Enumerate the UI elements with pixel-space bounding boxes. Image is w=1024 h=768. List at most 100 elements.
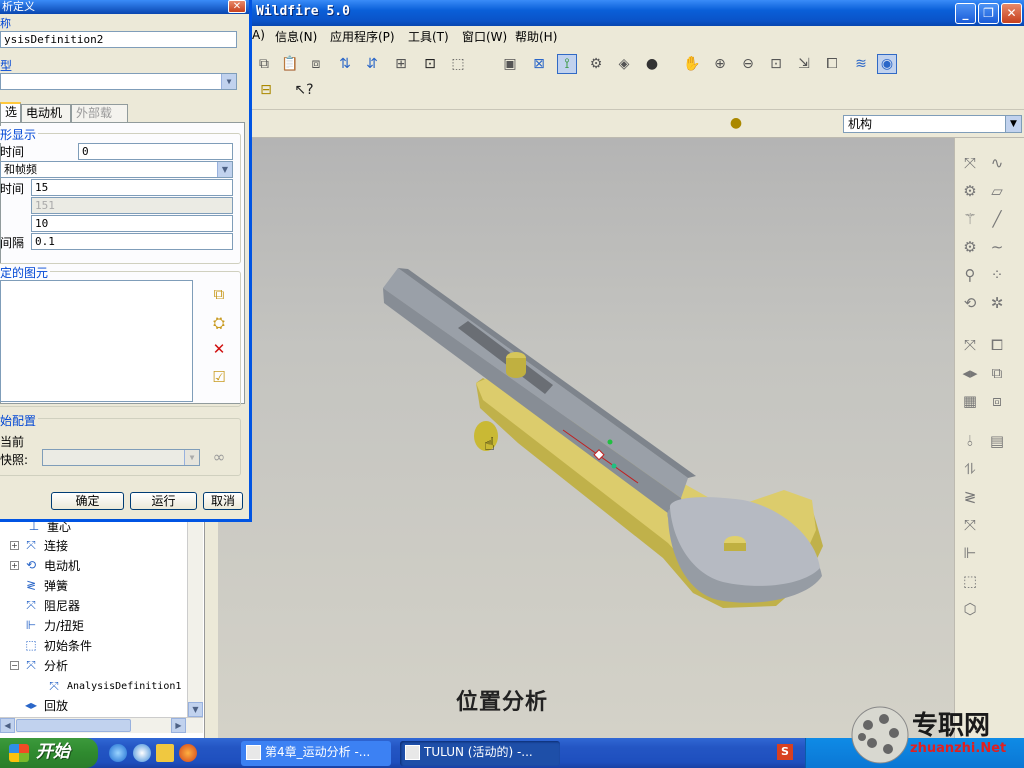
tab-motors[interactable]: 电动机 bbox=[21, 104, 71, 122]
tree-vertical-scrollbar[interactable]: ▼ bbox=[187, 505, 203, 718]
playback-icon[interactable]: ◂▸ bbox=[959, 362, 981, 384]
end-time-field[interactable]: 15 bbox=[31, 179, 233, 196]
scroll-left-icon[interactable]: ◀ bbox=[0, 718, 15, 733]
mechanism-select[interactable]: 机构 ▼ bbox=[843, 115, 1022, 133]
search-icon[interactable]: ⊡ bbox=[420, 54, 440, 74]
task-proe-window[interactable]: TULUN (活动的) -... bbox=[400, 741, 560, 766]
regen-manager-icon[interactable]: ⇵ bbox=[362, 54, 382, 74]
servo-icon[interactable]: ⚚ bbox=[959, 208, 981, 230]
plane-icon[interactable]: ▱ bbox=[986, 180, 1008, 202]
mode-select[interactable]: 和帧频 ▼ bbox=[0, 161, 233, 178]
sphere-icon[interactable]: ● bbox=[642, 54, 662, 74]
sogou-icon[interactable]: S bbox=[777, 744, 793, 760]
grid-icon[interactable]: ▦ bbox=[959, 390, 981, 412]
tree-item-playback[interactable]: ◂▸ 回放 bbox=[23, 696, 68, 714]
firefox-icon[interactable] bbox=[179, 744, 197, 762]
table-icon[interactable]: ▤ bbox=[986, 430, 1008, 452]
orient-icon[interactable]: ⇲ bbox=[794, 54, 814, 74]
folder-icon[interactable] bbox=[156, 744, 174, 762]
cam-icon[interactable]: ∿ bbox=[986, 152, 1008, 174]
tree-item-analysis-definition1[interactable]: ⤧ AnalysisDefinition1 bbox=[46, 677, 181, 695]
gears-icon[interactable]: ⚙ bbox=[959, 236, 981, 258]
window-icon[interactable]: ▣ bbox=[500, 54, 520, 74]
tree-item-analyses[interactable]: − ⤧ 分析 bbox=[10, 656, 68, 674]
maximize-button[interactable]: ❐ bbox=[978, 3, 999, 24]
gravity-icon[interactable]: ⫰ bbox=[959, 430, 981, 452]
scroll-right-icon[interactable]: ▶ bbox=[171, 718, 186, 733]
refit-icon[interactable]: ⊡ bbox=[766, 54, 786, 74]
dialog-close-icon[interactable]: ✕ bbox=[228, 0, 246, 13]
spring-icon[interactable]: ≷ bbox=[959, 486, 981, 508]
body-icon[interactable]: ⧈ bbox=[986, 390, 1008, 412]
ok-button[interactable]: 确定 bbox=[51, 492, 124, 510]
find-icon[interactable]: ⊞ bbox=[391, 54, 411, 74]
measure-results-icon[interactable]: ⧉ bbox=[986, 362, 1008, 384]
menu-partial[interactable]: A) bbox=[252, 28, 265, 42]
ie-icon[interactable] bbox=[109, 744, 127, 762]
scroll-down-icon[interactable]: ▼ bbox=[188, 702, 203, 717]
menu-window[interactable]: 窗口(W) bbox=[462, 28, 507, 45]
mass-icon[interactable]: ⬡ bbox=[959, 598, 981, 620]
dialog-title[interactable]: 析定义 bbox=[0, 0, 249, 14]
chevron-down-icon[interactable]: ▼ bbox=[217, 162, 232, 177]
display-style-icon[interactable]: ◉ bbox=[877, 54, 897, 74]
name-field[interactable]: ysisDefinition2 bbox=[0, 31, 237, 48]
point-icon[interactable]: ⁘ bbox=[986, 264, 1008, 286]
damper-icon[interactable]: ⤧ bbox=[959, 514, 981, 536]
start-time-field[interactable]: 0 bbox=[78, 143, 233, 160]
menu-info[interactable]: 信息(N) bbox=[275, 28, 317, 45]
expand-icon[interactable]: + bbox=[10, 540, 19, 550]
graph-icon[interactable]: ⊠ bbox=[529, 54, 549, 74]
zoom-out-icon[interactable]: ⊖ bbox=[738, 54, 758, 74]
force-icon[interactable]: ⥮ bbox=[959, 458, 981, 480]
tree-item-springs[interactable]: ≷ 弹簧 bbox=[23, 576, 68, 594]
current-option[interactable]: 当前 bbox=[0, 433, 24, 450]
connections-icon[interactable]: ⚙ bbox=[586, 54, 606, 74]
snapshot-option[interactable]: 快照: bbox=[0, 451, 28, 468]
graphics-window[interactable]: 位置分析 ☝ bbox=[218, 138, 954, 738]
paste-icon[interactable]: 📋 bbox=[280, 54, 300, 74]
context-help-icon[interactable]: ↖? bbox=[294, 80, 314, 100]
traffic-light-icon[interactable]: ● bbox=[726, 113, 746, 133]
delete-icon[interactable]: ✕ bbox=[208, 338, 230, 360]
gear-icon[interactable]: ⚙ bbox=[959, 180, 981, 202]
shading-icon[interactable]: ◈ bbox=[614, 54, 634, 74]
drag-icon[interactable]: ✋ bbox=[682, 54, 702, 74]
mechanism-icon[interactable]: ⟟ bbox=[557, 54, 577, 74]
csys-icon[interactable]: ✲ bbox=[986, 292, 1008, 314]
lock-body-icon[interactable]: ⧉ bbox=[208, 283, 230, 305]
model-tree[interactable]: ⊥ 重心 + ⤧ 连接 + ⟲ 电动机 ≷ 弹簧 ⤧ 阻尼器 ⊩ 力/扭矩 ⬚ … bbox=[0, 505, 205, 738]
menu-applications[interactable]: 应用程序(P) bbox=[330, 28, 395, 45]
snapshot-icon[interactable]: ⧠ bbox=[986, 334, 1008, 356]
zoom-in-icon[interactable]: ⊕ bbox=[710, 54, 730, 74]
menu-help[interactable]: 帮助(H) bbox=[515, 28, 557, 45]
motor-icon[interactable]: ⚲ bbox=[959, 264, 981, 286]
browser-icon[interactable] bbox=[133, 744, 151, 762]
task-word-document[interactable]: 第4章_运动分析 -... bbox=[241, 741, 391, 766]
minimize-button[interactable]: _ bbox=[955, 3, 976, 24]
chevron-down-icon[interactable]: ▼ bbox=[221, 74, 236, 89]
copy-icon[interactable]: ⧉ bbox=[254, 54, 274, 74]
type-select[interactable]: ▼ bbox=[0, 73, 237, 90]
chevron-down-icon[interactable]: ▼ bbox=[1005, 116, 1021, 132]
tree-item-motors[interactable]: + ⟲ 电动机 bbox=[10, 556, 80, 574]
lock-connection-icon[interactable]: ⛭ bbox=[208, 312, 230, 334]
tree-horizontal-scrollbar[interactable]: ◀ ▶ bbox=[0, 717, 203, 733]
curve-icon[interactable]: ∼ bbox=[986, 236, 1008, 258]
collapse-icon[interactable]: − bbox=[10, 660, 19, 670]
tab-external-loads[interactable]: 外部载荷 bbox=[71, 104, 128, 136]
scroll-thumb[interactable] bbox=[16, 719, 131, 732]
layers-icon[interactable]: ≋ bbox=[851, 54, 871, 74]
tree-item-forces[interactable]: ⊩ 力/扭矩 bbox=[23, 616, 84, 634]
glasses-icon[interactable]: ∞ bbox=[208, 446, 230, 468]
start-button[interactable]: 开始 bbox=[0, 738, 98, 768]
frame-rate-field[interactable]: 10 bbox=[31, 215, 233, 232]
interval-field[interactable]: 0.1 bbox=[31, 233, 233, 250]
locked-entities-list[interactable] bbox=[0, 280, 193, 402]
select-box-icon[interactable]: ⬚ bbox=[448, 54, 468, 74]
menu-tools[interactable]: 工具(T) bbox=[408, 28, 449, 45]
initial-condition-icon[interactable]: ⬚ bbox=[959, 570, 981, 592]
tab-preferences[interactable]: 选项 bbox=[0, 102, 21, 135]
expand-icon[interactable]: + bbox=[10, 560, 19, 570]
paste-special-icon[interactable]: ⧈ bbox=[306, 54, 326, 74]
